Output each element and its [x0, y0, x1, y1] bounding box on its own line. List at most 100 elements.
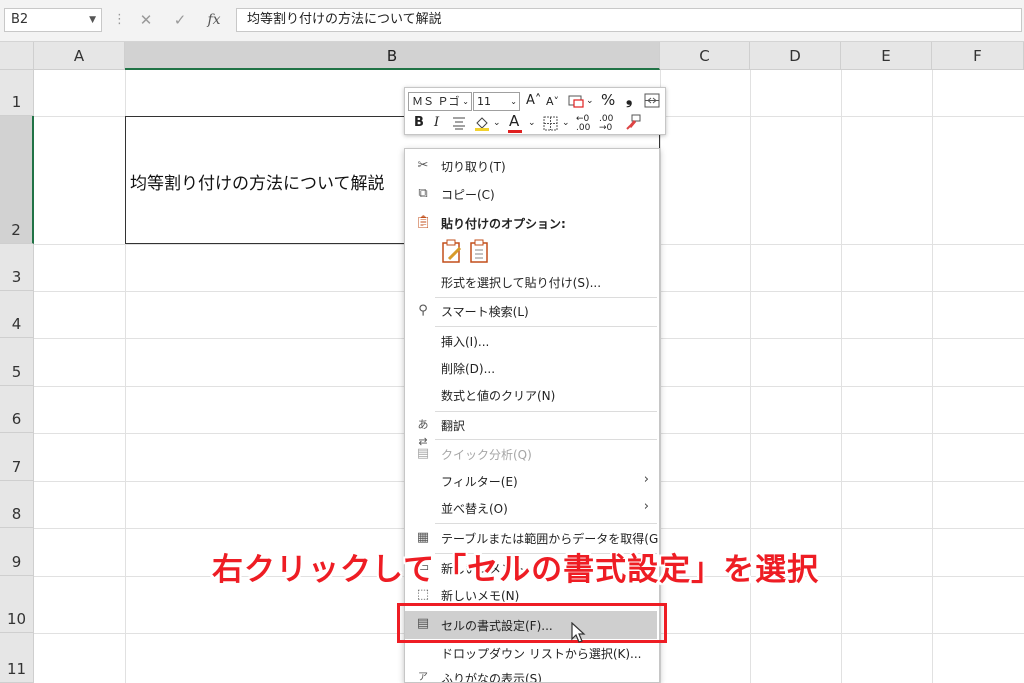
row-number: 4 — [11, 315, 22, 333]
grid-line — [932, 70, 933, 683]
menu-item-show-furigana[interactable]: ア亜 ふりがなの表示(S) — [405, 665, 659, 683]
column-header-c[interactable]: C — [660, 42, 750, 70]
merge-center-icon[interactable] — [644, 93, 660, 108]
row-header-6[interactable]: 6 — [0, 386, 34, 433]
row-header-7[interactable]: 7 — [0, 433, 34, 481]
menu-item-label: クイック分析(Q) — [441, 448, 532, 462]
menu-item-label: 貼り付けのオプション: — [441, 217, 566, 231]
grid-line — [660, 70, 661, 683]
menu-item-label: フィルター(E) — [441, 475, 518, 489]
fill-color-icon[interactable] — [473, 114, 491, 132]
number-format-icon[interactable] — [568, 94, 584, 108]
grid-line — [841, 70, 842, 683]
row-header-4[interactable]: 4 — [0, 291, 34, 338]
increase-font-size-icon[interactable]: A˄ — [526, 93, 541, 109]
menu-item-label: 数式と値のクリア(N) — [441, 389, 556, 403]
row-header-9[interactable]: 9 — [0, 528, 34, 576]
chevron-right-icon: › — [643, 472, 649, 487]
cancel-icon[interactable]: ✕ — [132, 8, 160, 32]
mini-toolbar: ＭＳ Ｐゴ ⌄ 11 ⌄ A˄ A˅ ⌄ % ❟ B I ⌄ A ⌄ ⌄ ←0.00… — [404, 87, 666, 135]
row-number: 9 — [11, 553, 22, 571]
scissors-icon: ✂ — [417, 158, 429, 173]
menu-item-copy[interactable]: ⧉ コピー(C) — [405, 181, 659, 207]
bold-button[interactable]: B — [414, 115, 424, 131]
paste-icon[interactable] — [469, 239, 489, 263]
menu-item-delete[interactable]: 削除(D)... — [405, 355, 659, 381]
row-number: 2 — [11, 221, 21, 239]
translate-icon: あ⇄ — [417, 418, 429, 448]
row-number: 7 — [11, 458, 22, 476]
menu-item-label: 翻訳 — [441, 419, 466, 433]
row-header-5[interactable]: 5 — [0, 338, 34, 386]
row-header-10[interactable]: 10 — [0, 576, 34, 633]
chevron-down-icon[interactable]: ⌄ — [586, 93, 594, 109]
column-header-a[interactable]: A — [34, 42, 125, 70]
comma-style-icon[interactable]: ❟ — [626, 91, 632, 107]
chevron-down-icon[interactable]: ▼ — [89, 9, 96, 31]
chevron-right-icon: › — [643, 499, 649, 514]
row-number: 10 — [6, 610, 27, 628]
copy-icon: ⧉ — [418, 186, 428, 201]
menu-item-label: 挿入(I)... — [441, 335, 490, 349]
format-painter-icon[interactable] — [624, 114, 642, 132]
enter-icon[interactable]: ✓ — [166, 8, 194, 32]
column-header-b[interactable]: B — [125, 42, 660, 70]
column-header-e[interactable]: E — [841, 42, 932, 70]
chevron-down-icon[interactable]: ⌄ — [462, 93, 469, 110]
font-size-box[interactable]: 11 ⌄ — [473, 92, 520, 111]
mouse-pointer-icon — [571, 622, 586, 643]
chevron-down-icon[interactable]: ⌄ — [493, 115, 501, 131]
menu-item-insert[interactable]: 挿入(I)... — [405, 328, 659, 354]
name-box[interactable]: B2 ▼ — [4, 8, 102, 32]
menu-item-cut[interactable]: ✂ 切り取り(T) — [405, 153, 659, 179]
menu-item-sort[interactable]: 並べ替え(O) › — [405, 495, 659, 521]
menu-item-clear-contents[interactable]: 数式と値のクリア(N) — [405, 382, 659, 408]
column-header-d[interactable]: D — [750, 42, 841, 70]
insert-function-button[interactable]: fx — [200, 8, 228, 32]
instruction-annotation: 右クリックして「セルの書式設定」を選択 — [212, 552, 820, 588]
menu-item-smart-lookup[interactable]: ⚲ スマート検索(L) — [405, 298, 659, 324]
chevron-down-icon[interactable]: ⌄ — [528, 115, 536, 131]
menu-item-label: 形式を選択して貼り付け(S)... — [441, 276, 602, 290]
paste-formatting-icon[interactable] — [441, 239, 463, 263]
decrease-decimal-icon[interactable]: .00 →0 — [599, 115, 613, 133]
cell-b2-text: 均等割り付けの方法について解説 — [130, 174, 385, 194]
menu-item-label: 削除(D)... — [441, 362, 496, 376]
row-header-1[interactable]: 1 — [0, 70, 34, 116]
row-header-11[interactable]: 11 — [0, 633, 34, 683]
row-header-3[interactable]: 3 — [0, 244, 34, 291]
menu-item-label: 新しいメモ(N) — [441, 589, 520, 603]
column-header-f[interactable]: F — [932, 42, 1024, 70]
menu-item-label: ふりがなの表示(S) — [441, 672, 542, 683]
formula-input[interactable]: 均等割り付けの方法について解説 — [236, 8, 1022, 32]
row-header-8[interactable]: 8 — [0, 481, 34, 528]
chevron-down-icon[interactable]: ⌄ — [510, 93, 517, 110]
font-name-box[interactable]: ＭＳ Ｐゴ ⌄ — [408, 92, 472, 111]
menu-item-label: 並べ替え(O) — [441, 502, 508, 516]
quick-analysis-icon: ▤ — [416, 446, 430, 461]
menu-item-label: 切り取り(T) — [441, 160, 506, 174]
font-color-swatch — [508, 130, 522, 133]
menu-item-quick-analysis[interactable]: ▤ クイック分析(Q) — [405, 441, 659, 467]
italic-button[interactable]: I — [434, 115, 439, 131]
menu-item-paste-special[interactable]: 形式を選択して貼り付け(S)... — [405, 269, 659, 295]
menu-item-filter[interactable]: フィルター(E) › — [405, 468, 659, 494]
menu-item-translate[interactable]: あ⇄ 翻訳 — [405, 412, 659, 448]
percent-style-icon[interactable]: % — [601, 92, 615, 108]
row-number: 1 — [11, 93, 22, 111]
row-number: 6 — [11, 410, 22, 428]
menu-item-pick-from-dropdown[interactable]: ドロップダウン リストから選択(K)... — [405, 640, 659, 666]
row-header-2[interactable]: 2 — [0, 116, 34, 244]
menu-separator — [435, 523, 657, 524]
align-center-icon[interactable] — [452, 116, 466, 130]
font-color-icon[interactable]: A — [509, 113, 519, 129]
row-number: 11 — [6, 660, 27, 678]
chevron-down-icon[interactable]: ⌄ — [562, 115, 570, 131]
smart-lookup-icon: ⚲ — [418, 303, 428, 318]
decrease-font-size-icon[interactable]: A˅ — [546, 94, 559, 110]
select-all-corner[interactable] — [0, 42, 34, 70]
borders-icon[interactable] — [543, 116, 558, 131]
increase-decimal-icon[interactable]: ←0.00 — [576, 115, 590, 133]
row-number: 3 — [11, 268, 22, 286]
font-size-value: 11 — [477, 95, 491, 108]
